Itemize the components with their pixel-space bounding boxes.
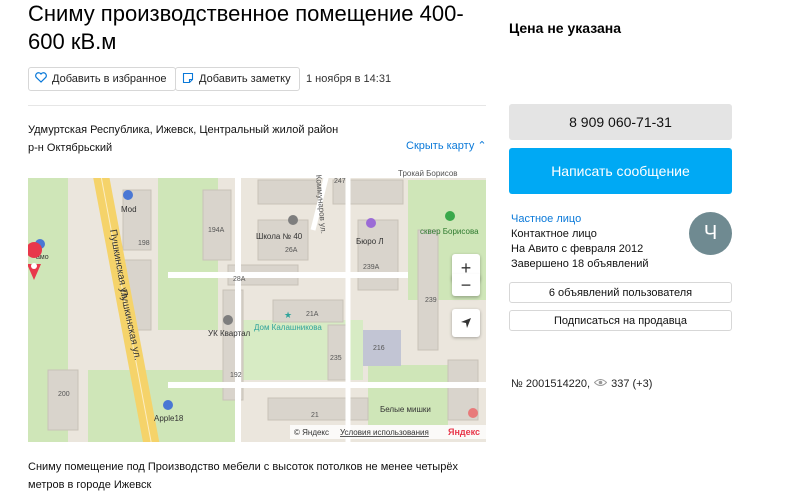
- publish-date: 1 ноября в 14:31: [306, 73, 392, 85]
- star-icon: ★: [284, 310, 292, 320]
- listing-description: Сниму помещение под Производство мебели …: [28, 461, 458, 491]
- listing-meta: № 2001514220, 337 (+3): [511, 378, 652, 390]
- views-count: 337 (+3): [611, 378, 653, 390]
- building-216: 216: [373, 345, 385, 352]
- phone-button[interactable]: 8 909 060-71-31: [509, 104, 732, 140]
- note-icon: [182, 72, 194, 87]
- building-21: 21: [311, 412, 319, 419]
- navigation-arrow-icon: [461, 318, 471, 328]
- poi-apple: Apple18: [154, 414, 184, 423]
- map-copyright: © Яндекс: [294, 428, 329, 437]
- apple-icon: [163, 400, 173, 410]
- heart-icon: [35, 72, 47, 86]
- add-note-label: Добавить заметку: [199, 73, 291, 85]
- shop-icon: [468, 408, 478, 418]
- divider: [28, 105, 486, 106]
- building-235: 235: [330, 355, 342, 362]
- building-194a: 194А: [208, 227, 225, 234]
- building-21a: 21А: [306, 311, 319, 318]
- user-ads-button[interactable]: 6 объявлений пользователя: [509, 282, 732, 303]
- add-favorite-button[interactable]: Добавить в избранное: [28, 67, 176, 91]
- contact-person: Контактное лицо: [511, 228, 597, 240]
- tree-icon: [445, 211, 455, 221]
- quartal-icon: [223, 315, 233, 325]
- zoom-out-button[interactable]: −: [452, 274, 480, 296]
- poi-square: сквер Борисова: [420, 227, 479, 236]
- address-line-2: р-н Октябрьский: [28, 142, 113, 154]
- map-canvas: Пушкинская ул. Пушкинская ул. Трокай Бор…: [28, 170, 486, 442]
- write-message-button[interactable]: Написать сообщение: [509, 148, 732, 194]
- page-title: Сниму производственное помещение 400-600…: [28, 1, 464, 54]
- add-favorite-label: Добавить в избранное: [52, 73, 167, 85]
- minus-icon: −: [460, 274, 472, 295]
- address: Удмуртская Республика, Ижевск, Центральн…: [28, 121, 338, 157]
- seller-since: На Авито с февраля 2012: [511, 243, 644, 255]
- seller-completed: Завершено 18 объявлений: [511, 258, 649, 270]
- building-239: 239: [425, 297, 437, 304]
- poi-quartal: УК Квартал: [208, 329, 251, 338]
- listing-number: № 2001514220,: [511, 378, 591, 390]
- eye-icon: [593, 378, 608, 390]
- map-terms-link[interactable]: Условия использования: [340, 428, 429, 437]
- seller-type-link[interactable]: Частное лицо: [511, 213, 581, 225]
- building-26a: 26А: [285, 247, 298, 254]
- hide-map-label: Скрыть карту: [406, 140, 475, 152]
- bureau-icon: [366, 218, 376, 228]
- subscribe-button[interactable]: Подписаться на продавца: [509, 310, 732, 331]
- price-label: Цена не указана: [509, 20, 621, 36]
- building-239a: 239А: [363, 264, 380, 271]
- building-198: 198: [138, 240, 150, 247]
- address-line-1: Удмуртская Республика, Ижевск, Центральн…: [28, 124, 339, 136]
- street-label-3: Трокай Борисов: [398, 170, 458, 178]
- building-200: 200: [58, 391, 70, 398]
- poi-bureau: Бюро Л: [356, 237, 384, 246]
- poi-mod: Mod: [121, 205, 137, 214]
- building-28a: 28А: [233, 276, 246, 283]
- geolocation-button[interactable]: [452, 309, 480, 337]
- map[interactable]: Пушкинская ул. Пушкинская ул. Трокай Бор…: [28, 170, 486, 442]
- poi-mishki: Белые мишки: [380, 405, 431, 414]
- yandex-logo: Яндекс: [448, 427, 480, 437]
- avatar[interactable]: Ч: [689, 212, 732, 255]
- poi-house: Дом Калашникова: [254, 323, 322, 332]
- building-247: 247: [334, 178, 346, 185]
- seller-info: Частное лицо Контактное лицо На Авито с …: [511, 212, 649, 272]
- poi-school: Школа № 40: [256, 232, 303, 241]
- school-icon: [288, 215, 298, 225]
- chevron-up-icon: ⌃: [477, 140, 487, 152]
- building-192: 192: [230, 372, 242, 379]
- hide-map-link[interactable]: Скрыть карту ⌃: [406, 139, 487, 152]
- mod-icon: [123, 190, 133, 200]
- add-note-button[interactable]: Добавить заметку: [175, 67, 300, 91]
